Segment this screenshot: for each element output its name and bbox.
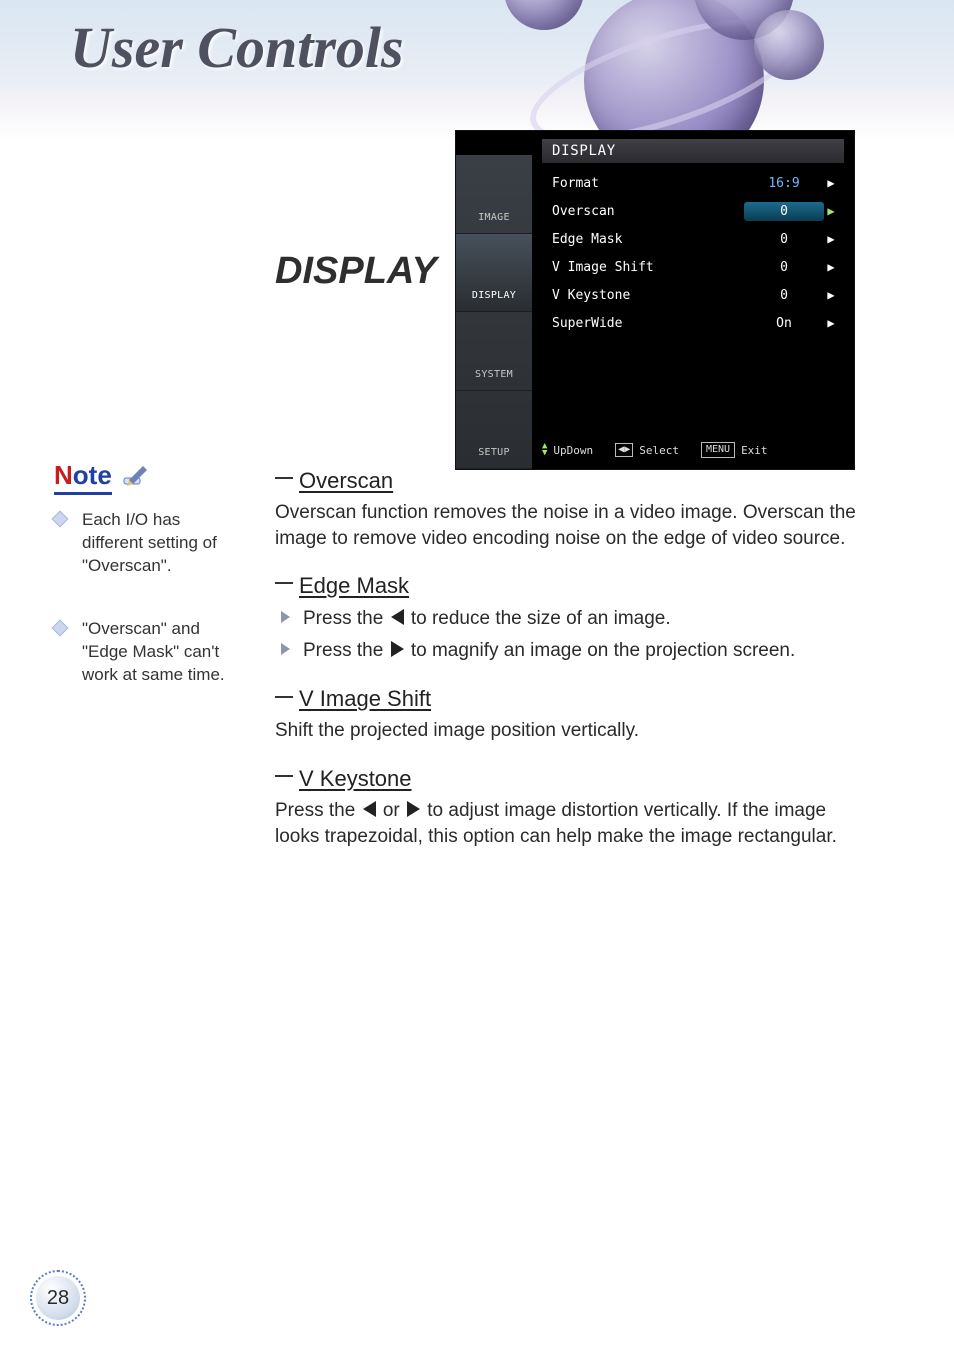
left-arrow-icon <box>391 609 404 625</box>
edgemask-bullet-1: Press the to reduce the size of an image… <box>275 605 875 633</box>
vkeystone-body: Press the or to adjust image distortion … <box>275 798 875 849</box>
diamond-bullet-icon <box>52 619 69 636</box>
osd-row-vimageshift[interactable]: V Image Shift 0 ▶ <box>542 253 844 281</box>
osd-row-value: 0 <box>744 202 824 221</box>
osd-row-format[interactable]: Format 16:9 ▶ <box>542 169 844 197</box>
note-item: "Overscan" and "Edge Mask" can't work at… <box>54 618 244 687</box>
left-arrow-icon <box>363 801 376 817</box>
osd-row-label: Edge Mask <box>552 232 744 247</box>
osd-row-vkeystone[interactable]: V Keystone 0 ▶ <box>542 281 844 309</box>
note-text: Each I/O has different setting of "Overs… <box>82 510 217 575</box>
chevron-right-icon: ▶ <box>824 260 838 274</box>
note-text: "Overscan" and "Edge Mask" can't work at… <box>82 619 225 684</box>
section-heading-edgemask: Edge Mask <box>275 573 875 599</box>
note-item: Each I/O has different setting of "Overs… <box>54 509 244 578</box>
right-arrow-icon <box>407 801 420 817</box>
osd-footer-updown: UpDown <box>553 444 593 457</box>
body-column: Overscan Overscan function removes the n… <box>275 468 875 849</box>
leftright-icon: ◀▶ <box>615 443 633 457</box>
osd-tab-image[interactable]: IMAGE <box>456 155 532 234</box>
banner-graphic <box>434 0 894 140</box>
osd-row-label: V Image Shift <box>552 260 744 275</box>
osd-tab-display[interactable]: DISPLAY <box>456 234 532 313</box>
page-number-badge: 28 <box>30 1270 86 1326</box>
osd-body: Format 16:9 ▶ Overscan 0 ▶ Edge Mask 0 ▶… <box>542 169 844 431</box>
osd-row-value: 0 <box>744 260 824 275</box>
chevron-right-icon: ▶ <box>824 176 838 190</box>
osd-row-superwide[interactable]: SuperWide On ▶ <box>542 309 844 337</box>
section-heading-overscan: Overscan <box>275 468 875 494</box>
osd-tab-system[interactable]: SYSTEM <box>456 312 532 391</box>
chevron-right-icon: ▶ <box>824 288 838 302</box>
page-number: 28 <box>47 1287 69 1310</box>
osd-row-edgemask[interactable]: Edge Mask 0 ▶ <box>542 225 844 253</box>
osd-footer-select: Select <box>639 444 679 457</box>
page-banner: User Controls <box>0 0 954 140</box>
section-title: DISPLAY <box>275 250 437 293</box>
chevron-right-icon: ▶ <box>824 204 838 218</box>
chevron-right-icon: ▶ <box>824 316 838 330</box>
pencil-icon <box>121 464 147 488</box>
note-logo: Note <box>54 460 244 495</box>
section-heading-vkeystone: V Keystone <box>275 766 875 792</box>
osd-row-overscan[interactable]: Overscan 0 ▶ <box>542 197 844 225</box>
osd-row-label: Overscan <box>552 204 744 219</box>
osd-screenshot: DISPLAY IMAGE DISPLAY SYSTEM SETUP Forma… <box>455 130 855 470</box>
osd-footer-exit: Exit <box>741 444 768 457</box>
diamond-bullet-icon <box>52 511 69 528</box>
osd-header: DISPLAY <box>542 139 844 163</box>
triangle-bullet-icon <box>281 611 290 623</box>
osd-row-label: SuperWide <box>552 316 744 331</box>
edgemask-bullet-2: Press the to magnify an image on the pro… <box>275 637 875 665</box>
section-heading-vimage: V Image Shift <box>275 686 875 712</box>
osd-tab-setup[interactable]: SETUP <box>456 391 532 470</box>
menu-badge: MENU <box>701 442 735 458</box>
osd-row-value: 0 <box>744 288 824 303</box>
osd-row-label: V Keystone <box>552 288 744 303</box>
vimage-body: Shift the projected image position verti… <box>275 718 875 744</box>
osd-row-value: On <box>744 316 824 331</box>
osd-footer: ▲▼ UpDown ◀▶ Select MENU Exit <box>542 439 844 461</box>
page-heading: User Controls <box>70 14 404 81</box>
osd-row-value: 0 <box>744 232 824 247</box>
overscan-body: Overscan function removes the noise in a… <box>275 500 875 551</box>
right-arrow-icon <box>391 641 404 657</box>
osd-row-label: Format <box>552 176 744 191</box>
updown-icon: ▲▼ <box>542 443 547 457</box>
triangle-bullet-icon <box>281 643 290 655</box>
chevron-right-icon: ▶ <box>824 232 838 246</box>
osd-tabs: IMAGE DISPLAY SYSTEM SETUP <box>456 155 532 469</box>
osd-row-value: 16:9 <box>744 176 824 191</box>
note-sidebar: Note Each I/O has different setting of "… <box>54 460 244 687</box>
